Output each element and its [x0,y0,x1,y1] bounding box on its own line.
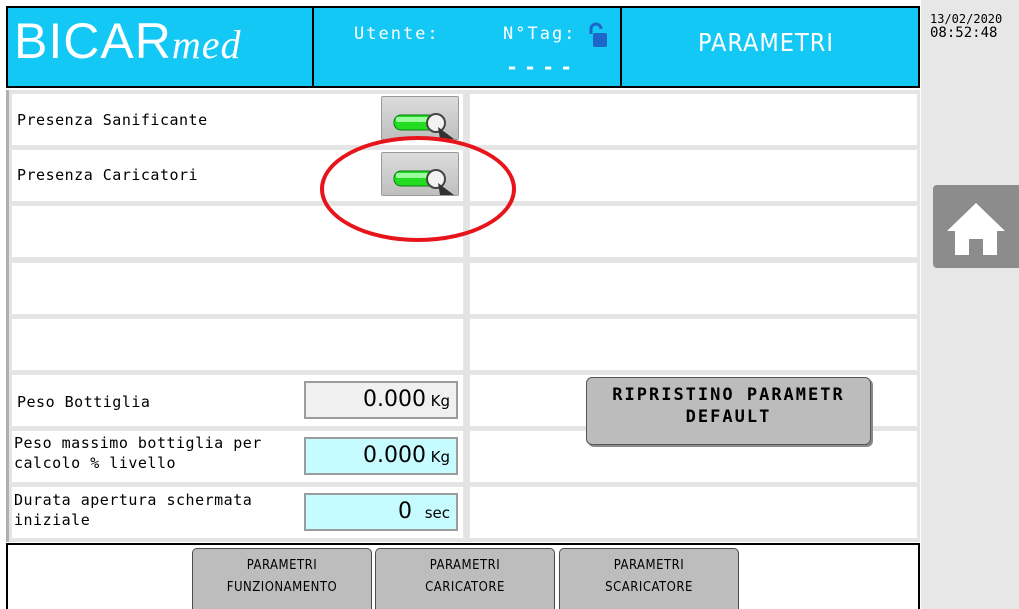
empty-row [469,205,918,258]
time-text: 08:52:48 [930,25,998,41]
reset-defaults-button[interactable]: RIPRISTINO PARAMETR DEFAULT [586,377,871,445]
right-sidebar [921,0,1019,609]
tab-parametri-funzionamento[interactable]: PARAMETRI FUNZIONAMENTO [192,548,372,609]
tab-label-line2: CARICATORE [425,580,505,595]
date-text: 13/02/2020 [930,12,1003,26]
reset-button-line1: RIPRISTINO PARAMETR [612,385,845,405]
toggle-switch-icon [393,113,454,139]
tab-label-line2: FUNZIONAMENTO [226,580,338,595]
tab-label-line1: PARAMETRI [429,558,501,573]
page-title: PARAMETRI [698,28,834,57]
row-sanificante-right [469,93,918,146]
empty-row [469,262,918,315]
empty-row [11,262,464,315]
peso-massimo-label-line2: calcolo % livello [14,454,177,472]
header-divider [312,6,314,88]
tab-label-line2: SCARICATORE [605,580,693,595]
peso-massimo-field[interactable]: 0.000 Kg [304,437,458,475]
unlocked-padlock-icon[interactable] [585,22,607,48]
sanificante-label: Presenza Sanificante [17,111,208,129]
peso-bottiglia-unit: Kg [430,392,450,410]
tag-label: N°Tag: [503,24,577,44]
home-icon [947,203,1005,255]
tab-label-line1: PARAMETRI [246,558,318,573]
empty-row [469,318,918,371]
peso-bottiglia-field[interactable]: 0.000 Kg [304,381,458,419]
user-label: Utente: [354,24,440,44]
caricatori-label: Presenza Caricatori [17,166,199,184]
peso-bottiglia-value: 0.000 [363,387,426,412]
durata-apertura-unit: sec [424,504,450,522]
durata-apertura-label-line2: iniziale [14,511,91,529]
tab-parametri-caricatore[interactable]: PARAMETRI CARICATORE [375,548,555,609]
tab-label-line1: PARAMETRI [613,558,685,573]
header-divider [620,6,622,88]
home-button[interactable] [933,185,1019,268]
datetime-display: 13/02/2020 08:52:48 [930,12,1002,40]
peso-massimo-value: 0.000 [363,443,426,468]
sanificante-toggle[interactable] [381,96,459,140]
row-durata-apertura-right [469,486,918,539]
row-caricatori-right [469,149,918,202]
reset-button-line2: DEFAULT [685,407,772,427]
app-logo: BICARmed [14,13,242,69]
peso-massimo-label-line1: Peso massimo bottiglia per [14,434,262,452]
tag-value: ---- [506,55,579,79]
empty-row [11,318,464,371]
peso-bottiglia-label: Peso Bottiglia [17,393,151,411]
peso-massimo-label: Peso massimo bottiglia per calcolo % liv… [14,433,262,473]
tab-parametri-scaricatore[interactable]: PARAMETRI SCARICATORE [559,548,739,609]
durata-apertura-label-line1: Durata apertura schermata [14,491,253,509]
durata-apertura-label: Durata apertura schermata iniziale [14,490,252,530]
peso-massimo-unit: Kg [430,448,450,466]
annotation-circle [320,136,516,242]
durata-apertura-field[interactable]: 0 sec [304,493,458,531]
durata-apertura-value: 0 [398,499,412,524]
